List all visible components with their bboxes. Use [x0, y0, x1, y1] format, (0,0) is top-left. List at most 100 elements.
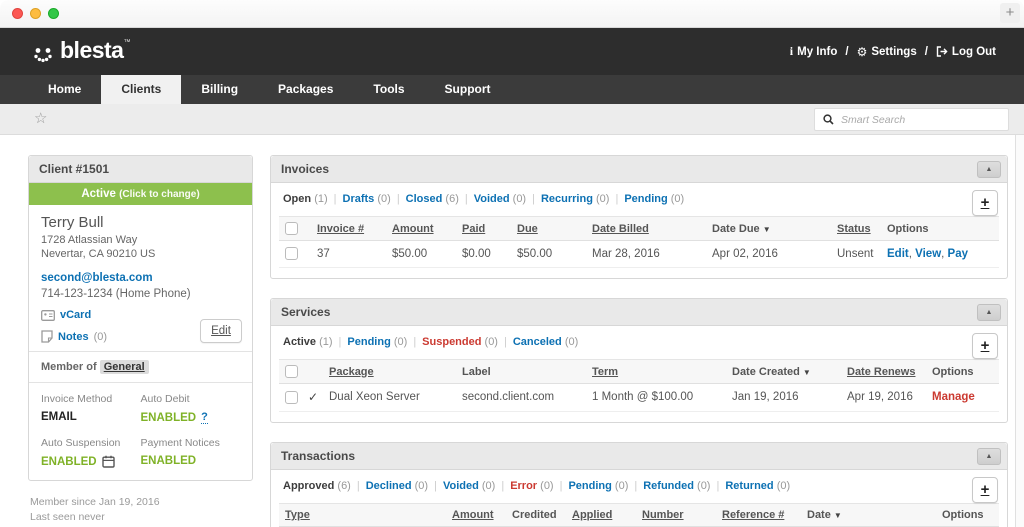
filter-drafts[interactable]: Drafts (0)	[343, 193, 391, 205]
col-package[interactable]: Package	[323, 359, 456, 384]
col-credited: Credited	[506, 503, 566, 527]
add-transaction-button[interactable]: +	[972, 477, 998, 503]
filter-suspended[interactable]: Suspended (0)	[422, 336, 498, 348]
client-settings-grid: Invoice Method EMAIL Auto Debit ENABLED …	[29, 383, 252, 480]
col-date[interactable]: Date ▼	[801, 503, 936, 527]
tab-home[interactable]: Home	[28, 75, 101, 104]
col-reference[interactable]: Reference #	[716, 503, 801, 527]
col-date-billed[interactable]: Date Billed	[586, 216, 706, 241]
invoice-row-checkbox[interactable]	[285, 247, 298, 260]
col-applied[interactable]: Applied	[566, 503, 636, 527]
client-status-banner[interactable]: Active (Click to change)	[29, 183, 252, 205]
filter-pending-services[interactable]: Pending (0)	[347, 336, 407, 348]
notes-link[interactable]: Notes	[58, 331, 89, 343]
filter-open[interactable]: Open (1)	[283, 193, 328, 205]
settings-link[interactable]: ⚙ Settings	[857, 46, 917, 58]
services-panel-header: Services ▲	[271, 299, 1007, 326]
collapse-services-button[interactable]: ▲	[977, 304, 1001, 321]
tab-clients[interactable]: Clients	[101, 75, 182, 104]
col-date-due[interactable]: Date Due ▼	[706, 216, 831, 241]
new-tab-button[interactable]: +	[1000, 3, 1020, 23]
invoice-date-billed-cell: Mar 28, 2016	[586, 240, 706, 268]
col-term[interactable]: Term	[586, 359, 726, 384]
auto-debit-help-link[interactable]: ?	[201, 411, 208, 424]
notes-count: (0)	[93, 330, 108, 343]
filter-approved[interactable]: Approved (6)	[283, 480, 351, 492]
invoice-view-link[interactable]: View	[915, 248, 941, 260]
col-invoice-number[interactable]: Invoice #	[311, 216, 386, 241]
invoices-panel-body: Open (1) | Drafts (0) | Closed (6) | Voided (0…	[271, 183, 1007, 278]
invoice-pay-link[interactable]: Pay	[948, 248, 968, 260]
service-package-cell: Dual Xeon Server	[323, 383, 456, 412]
vcard-link[interactable]: vCard	[60, 309, 91, 321]
select-all-checkbox[interactable]	[285, 222, 298, 235]
member-since-text: Member since Jan 19, 2016	[30, 496, 160, 508]
invoices-panel: Invoices ▲ Open (1) | Drafts (0) | Closed (6…	[270, 155, 1008, 279]
col-due[interactable]: Due	[511, 216, 586, 241]
filter-recurring[interactable]: Recurring (0)	[541, 193, 609, 205]
window-minimize-button[interactable]	[30, 8, 41, 19]
filter-canceled[interactable]: Canceled (0)	[513, 336, 578, 348]
collapse-transactions-button[interactable]: ▲	[977, 448, 1001, 465]
invoice-edit-link[interactable]: Edit	[887, 248, 909, 260]
filter-active[interactable]: Active (1)	[283, 336, 333, 348]
tab-packages[interactable]: Packages	[258, 75, 353, 104]
filter-voided[interactable]: Voided (0)	[474, 193, 526, 205]
filter-declined[interactable]: Declined (0)	[366, 480, 428, 492]
col-type[interactable]: Type	[279, 503, 446, 527]
filter-pending[interactable]: Pending (0)	[624, 193, 684, 205]
col-amount[interactable]: Amount	[386, 216, 456, 241]
vcard-icon	[41, 309, 55, 321]
add-service-button[interactable]: +	[972, 333, 998, 359]
col-status-icon	[302, 359, 323, 384]
log-out-link[interactable]: Log Out	[936, 46, 996, 58]
filter-returned[interactable]: Returned (0)	[725, 480, 790, 492]
invoice-date-due-cell: Apr 02, 2016	[706, 240, 831, 268]
col-amount[interactable]: Amount	[446, 503, 506, 527]
filter-voided-transactions[interactable]: Voided (0)	[443, 480, 495, 492]
col-date-created[interactable]: Date Created ▼	[726, 359, 841, 384]
client-panel-header: Client #1501	[29, 156, 252, 183]
select-all-checkbox[interactable]	[285, 365, 298, 378]
bookmark-star-icon[interactable]: ☆	[34, 109, 47, 127]
service-manage-link[interactable]: Manage	[932, 391, 975, 403]
service-date-renews-cell: Apr 19, 2016	[841, 383, 926, 412]
filter-closed[interactable]: Closed (6)	[406, 193, 459, 205]
transactions-filters: Approved (6) | Declined (0) | Voided (0) | Err…	[283, 480, 791, 492]
col-paid[interactable]: Paid	[456, 216, 511, 241]
search-input[interactable]	[841, 113, 1000, 126]
col-date-renews[interactable]: Date Renews	[841, 359, 926, 384]
calendar-icon[interactable]	[101, 455, 115, 468]
auto-debit-value: ENABLED ?	[140, 411, 208, 424]
invoices-title: Invoices	[281, 162, 330, 176]
services-table: Package Label Term Date Created ▼ Date Re…	[279, 359, 999, 412]
services-title: Services	[281, 305, 331, 319]
last-seen-text: Last seen never	[30, 511, 105, 523]
auto-suspension-label: Auto Suspension	[41, 437, 121, 449]
payment-notices-value: ENABLED	[140, 455, 197, 467]
my-info-link[interactable]: i My Info	[790, 44, 838, 59]
col-number[interactable]: Number	[636, 503, 716, 527]
edit-client-button[interactable]: Edit	[200, 319, 242, 343]
service-row-checkbox[interactable]	[285, 390, 298, 404]
client-id-title: Client #1501	[39, 162, 110, 176]
browser-scrollbar[interactable]	[1015, 135, 1024, 527]
col-status[interactable]: Status	[831, 216, 881, 241]
main-nav: Home Clients Billing Packages Tools Supp…	[0, 75, 1024, 104]
window-close-button[interactable]	[12, 8, 23, 19]
blesta-logo[interactable]: blesta ™	[30, 37, 130, 66]
browser-window: + blesta ™ i My Info / ⚙ Settings / Log …	[0, 0, 1024, 527]
client-group-badge[interactable]: General	[99, 360, 149, 374]
filter-pending-transactions[interactable]: Pending (0)	[568, 480, 628, 492]
filter-error[interactable]: Error (0)	[510, 480, 553, 492]
collapse-invoices-button[interactable]: ▲	[977, 161, 1001, 178]
filter-refunded[interactable]: Refunded (0)	[643, 480, 710, 492]
tab-support[interactable]: Support	[425, 75, 511, 104]
invoice-amount-cell: $50.00	[386, 240, 456, 268]
search-icon	[823, 114, 834, 125]
tab-tools[interactable]: Tools	[353, 75, 424, 104]
tab-billing[interactable]: Billing	[181, 75, 258, 104]
add-invoice-button[interactable]: +	[972, 190, 998, 216]
client-email-link[interactable]: second@blesta.com	[41, 272, 153, 284]
window-zoom-button[interactable]	[48, 8, 59, 19]
